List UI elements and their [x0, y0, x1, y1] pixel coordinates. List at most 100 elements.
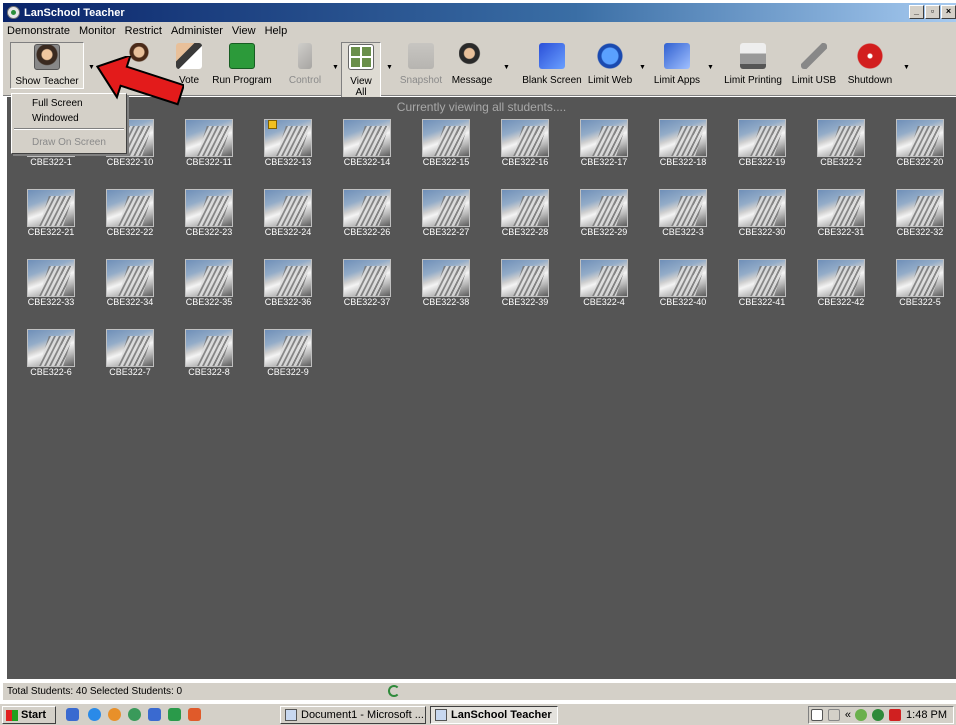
student-screen-thumbnail — [738, 259, 786, 297]
student-tile[interactable]: CBE322-38 — [408, 239, 484, 307]
view-all-button[interactable]: View All — [341, 42, 381, 100]
student-screen-thumbnail — [580, 189, 628, 227]
snapshot-button[interactable]: Snapshot — [398, 43, 444, 86]
show-hidden-icons-chevron-icon[interactable]: « — [845, 709, 851, 721]
student-tile[interactable]: CBE322-8 — [171, 309, 247, 377]
lanschool-tray-icon[interactable] — [855, 709, 868, 721]
student-tile[interactable]: CBE322-28 — [487, 169, 563, 237]
student-screen-thumbnail — [106, 189, 154, 227]
student-tile[interactable]: CBE322-39 — [487, 239, 563, 307]
menu-demonstrate[interactable]: Demonstrate — [7, 25, 70, 37]
blank-screen-button[interactable]: Blank Screen — [521, 43, 583, 86]
taskbar-item-document1[interactable]: Document1 - Microsoft ... — [280, 706, 426, 724]
quicklaunch-word-icon[interactable] — [148, 708, 161, 721]
student-tile[interactable]: CBE322-34 — [92, 239, 168, 307]
student-tile[interactable]: CBE322-7 — [92, 309, 168, 377]
student-tile[interactable]: CBE322-18 — [645, 99, 721, 167]
title-bar[interactable]: LanSchool Teacher _ ▫ × — [3, 3, 956, 22]
student-tile[interactable]: CBE322-5 — [882, 239, 956, 307]
network-icon[interactable] — [827, 709, 840, 721]
limit-apps-dropdown-arrow[interactable]: ▼ — [707, 64, 714, 71]
student-name-label: CBE322-10 — [106, 157, 154, 167]
student-tile[interactable]: CBE322-24 — [250, 169, 326, 237]
student-tile[interactable]: CBE322-35 — [171, 239, 247, 307]
quicklaunch-desktop-icon[interactable] — [66, 708, 79, 721]
student-tile[interactable]: CBE322-42 — [803, 239, 879, 307]
student-tile[interactable]: CBE322-9 — [250, 309, 326, 377]
refresh-icon[interactable] — [388, 685, 400, 697]
student-name-label: CBE322-39 — [501, 297, 549, 307]
shutdown-dropdown-arrow[interactable]: ▼ — [903, 64, 910, 71]
student-tile[interactable]: CBE322-37 — [329, 239, 405, 307]
menu-administer[interactable]: Administer — [171, 25, 223, 37]
control-button[interactable]: Control — [284, 43, 326, 86]
quicklaunch-powerpoint-icon[interactable] — [188, 708, 201, 721]
menu-monitor[interactable]: Monitor — [79, 25, 116, 37]
view-all-dropdown-arrow[interactable]: ▼ — [386, 64, 393, 71]
menu-help[interactable]: Help — [265, 25, 288, 37]
maximize-button[interactable]: ▫ — [925, 5, 940, 19]
student-tile[interactable]: CBE322-14 — [329, 99, 405, 167]
student-tile[interactable]: CBE322-32 — [882, 169, 956, 237]
student-name-label: CBE322-9 — [267, 367, 309, 377]
security-tray-icon[interactable] — [889, 709, 902, 721]
student-tile[interactable]: CBE322-26 — [329, 169, 405, 237]
student-tile[interactable]: CBE322-21 — [13, 169, 89, 237]
student-name-label: CBE322-24 — [264, 227, 312, 237]
limit-apps-button[interactable]: Limit Apps — [651, 43, 703, 86]
show-teacher-button[interactable]: Show Teacher — [10, 42, 84, 89]
student-view-area: Currently viewing all students.... CBE32… — [7, 97, 956, 679]
student-tile[interactable]: CBE322-13 — [250, 99, 326, 167]
control-dropdown-arrow[interactable]: ▼ — [332, 64, 339, 71]
student-tile[interactable]: CBE322-29 — [566, 169, 642, 237]
student-tile[interactable]: CBE322-2 — [803, 99, 879, 167]
menu-item-draw-on-screen[interactable]: Draw On Screen — [32, 137, 106, 148]
student-tile[interactable]: CBE322-4 — [566, 239, 642, 307]
menu-item-full-screen[interactable]: Full Screen — [32, 98, 83, 109]
quicklaunch-firefox-icon[interactable] — [108, 708, 121, 721]
menu-restrict[interactable]: Restrict — [125, 25, 162, 37]
student-tile[interactable]: CBE322-15 — [408, 99, 484, 167]
student-tile[interactable]: CBE322-16 — [487, 99, 563, 167]
start-button[interactable]: Start — [2, 706, 56, 724]
student-name-label: CBE322-38 — [422, 297, 470, 307]
run-program-button[interactable]: Run Program — [210, 43, 274, 86]
student-tile[interactable]: CBE322-3 — [645, 169, 721, 237]
quicklaunch-ie-icon[interactable] — [88, 708, 101, 721]
minimize-button[interactable]: _ — [909, 5, 924, 19]
student-tile[interactable]: CBE322-6 — [13, 309, 89, 377]
student-tile[interactable]: CBE322-40 — [645, 239, 721, 307]
limit-web-dropdown-arrow[interactable]: ▼ — [639, 64, 646, 71]
student-tile[interactable]: CBE322-20 — [882, 99, 956, 167]
student-tile[interactable]: CBE322-23 — [171, 169, 247, 237]
student-tile[interactable]: CBE322-31 — [803, 169, 879, 237]
student-tile[interactable]: CBE322-19 — [724, 99, 800, 167]
student-tile[interactable]: CBE322-41 — [724, 239, 800, 307]
shutdown-button[interactable]: Shutdown — [845, 43, 895, 86]
message-button[interactable]: Message — [449, 43, 495, 86]
student-name-label: CBE322-42 — [817, 297, 865, 307]
student-tile[interactable]: CBE322-33 — [13, 239, 89, 307]
menu-item-windowed[interactable]: Windowed — [32, 113, 79, 124]
student-tile[interactable]: CBE322-36 — [250, 239, 326, 307]
limit-printing-button[interactable]: Limit Printing — [719, 43, 787, 86]
message-dropdown-arrow[interactable]: ▼ — [503, 64, 510, 71]
taskbar-item-lanschool[interactable]: LanSchool Teacher — [430, 706, 558, 724]
student-tile[interactable]: CBE322-17 — [566, 99, 642, 167]
student-tile[interactable]: CBE322-27 — [408, 169, 484, 237]
quicklaunch-media-icon[interactable] — [128, 708, 141, 721]
help-icon[interactable] — [810, 709, 823, 721]
limit-apps-label: Limit Apps — [653, 75, 701, 86]
menu-separator — [14, 128, 124, 130]
student-tile[interactable]: CBE322-22 — [92, 169, 168, 237]
lanschool-app-icon — [7, 6, 20, 19]
limit-usb-button[interactable]: Limit USB — [789, 43, 839, 86]
quicklaunch-excel-icon[interactable] — [168, 708, 181, 721]
close-button[interactable]: × — [941, 5, 956, 19]
lanschool-icon — [435, 709, 447, 721]
student-tile[interactable]: CBE322-30 — [724, 169, 800, 237]
sync-tray-icon[interactable] — [872, 709, 885, 721]
student-name-label: CBE322-41 — [738, 297, 786, 307]
menu-view[interactable]: View — [232, 25, 256, 37]
limit-web-button[interactable]: Limit Web — [586, 43, 634, 86]
